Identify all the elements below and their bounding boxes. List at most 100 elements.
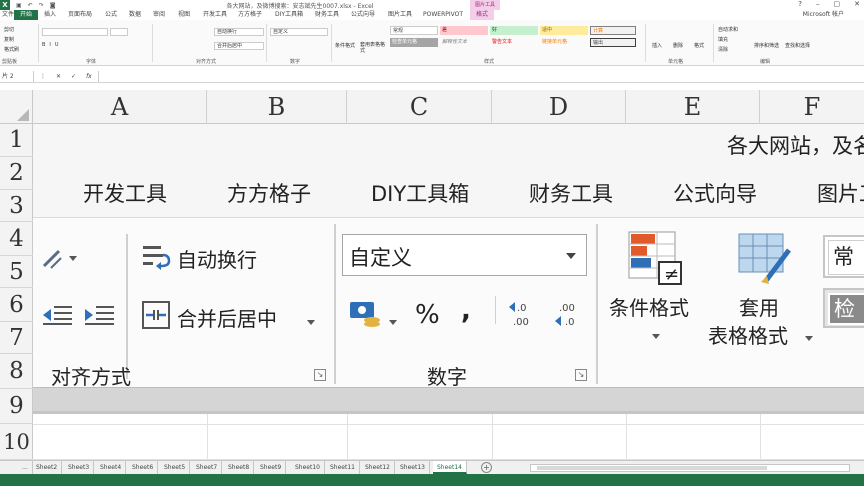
style-output[interactable]: 输出 bbox=[590, 38, 636, 47]
sheet-tab[interactable]: Sheet4 bbox=[96, 461, 127, 474]
row-header-7[interactable]: 7 bbox=[0, 322, 33, 354]
tab-diy-toolbox[interactable]: DIY工具箱 bbox=[275, 10, 303, 20]
row-header-4[interactable]: 4 bbox=[0, 222, 33, 256]
tab-page-layout[interactable]: 页面布局 bbox=[68, 10, 92, 20]
font-format-buttons[interactable]: BIU bbox=[42, 42, 63, 48]
help-icon[interactable]: ? bbox=[798, 0, 802, 8]
tab-insert[interactable]: 插入 bbox=[44, 10, 56, 20]
tab-format[interactable]: 格式 bbox=[470, 10, 495, 20]
sheet-tab[interactable]: Sheet11 bbox=[326, 461, 360, 474]
insert-cells-button[interactable]: 插入 bbox=[652, 42, 662, 49]
close-icon[interactable]: ✕ bbox=[854, 0, 860, 8]
number-format-select[interactable]: 自定义 bbox=[270, 28, 328, 36]
add-sheet-icon[interactable]: + bbox=[481, 462, 492, 473]
sheet-tab[interactable]: Sheet9 bbox=[256, 461, 287, 474]
copy-button[interactable]: 复制 bbox=[4, 36, 14, 43]
merge-center-button[interactable]: 合并后居中 bbox=[214, 42, 264, 50]
clear-button[interactable]: 清除 bbox=[718, 46, 728, 53]
sort-filter-button[interactable]: 排序和筛选 bbox=[754, 42, 779, 49]
tab-powerpivot[interactable]: POWERPIVOT bbox=[423, 10, 463, 20]
sheet-tab[interactable]: Sheet12 bbox=[361, 461, 395, 474]
style-bad[interactable]: 差 bbox=[440, 26, 488, 35]
sheet-tab[interactable]: Sheet13 bbox=[396, 461, 430, 474]
sheet-tab-active[interactable]: Sheet14 bbox=[433, 461, 467, 474]
tab-home[interactable]: 开始 bbox=[14, 10, 39, 20]
format-painter-button[interactable]: 格式刷 bbox=[4, 46, 19, 53]
save-icon[interactable]: ▣ bbox=[16, 2, 22, 9]
tab-data[interactable]: 数据 bbox=[129, 10, 141, 20]
picture-group-divider bbox=[334, 224, 336, 384]
tab-picture-tools[interactable]: 图片工具 bbox=[388, 10, 412, 20]
sheet-tab[interactable]: Sheet10 bbox=[291, 461, 325, 474]
sheet-tab[interactable]: Sheet2 bbox=[32, 461, 63, 474]
camera-icon[interactable]: ◙ bbox=[50, 2, 56, 9]
style-check-cell[interactable]: 检查单元格 bbox=[390, 38, 438, 47]
picture-alignment-label: 对齐方式 bbox=[51, 365, 131, 389]
column-header-c[interactable]: C bbox=[347, 90, 492, 124]
font-size-box[interactable] bbox=[110, 28, 128, 36]
minimize-icon[interactable]: – bbox=[816, 0, 820, 8]
tab-developer[interactable]: 开发工具 bbox=[203, 10, 227, 20]
row-header-2[interactable]: 2 bbox=[0, 157, 33, 190]
row-header-9[interactable]: 9 bbox=[0, 389, 33, 424]
row-header-6[interactable]: 6 bbox=[0, 288, 33, 322]
style-explanatory[interactable]: 解释性文本 bbox=[440, 38, 488, 47]
sheet-tab[interactable]: Sheet3 bbox=[64, 461, 95, 474]
style-normal[interactable]: 常规 bbox=[390, 26, 438, 35]
undo-icon[interactable]: ↶ bbox=[28, 2, 33, 9]
tab-finance[interactable]: 财务工具 bbox=[315, 10, 339, 20]
row-header-10[interactable]: 10 bbox=[0, 424, 33, 460]
ribbon-home: 剪切 复制 格式刷 剪贴板 BIU 字体 自动换行 合并后居中 对齐方式 自定义… bbox=[0, 20, 864, 66]
select-all-button[interactable] bbox=[0, 90, 33, 124]
embedded-picture[interactable]: 各大网站，及名 开发工具 方方格子 DIY工具箱 财务工具 公式向导 图片工 自… bbox=[33, 124, 864, 414]
maximize-icon[interactable]: ▢ bbox=[834, 0, 841, 8]
fill-button[interactable]: 填充 bbox=[718, 36, 728, 43]
horizontal-scrollbar[interactable] bbox=[530, 464, 850, 472]
tab-view[interactable]: 视图 bbox=[178, 10, 190, 20]
sheet-tab[interactable]: Sheet8 bbox=[224, 461, 255, 474]
tab-review[interactable]: 审阅 bbox=[153, 10, 165, 20]
insert-function-button[interactable]: fx bbox=[86, 71, 92, 82]
cancel-icon[interactable]: ✕ bbox=[56, 71, 61, 82]
style-warning[interactable]: 警告文本 bbox=[490, 38, 538, 47]
formula-input[interactable] bbox=[98, 71, 860, 82]
column-header-a[interactable]: A bbox=[33, 90, 207, 124]
tab-ffcell[interactable]: 方方格子 bbox=[238, 10, 262, 20]
column-header-b[interactable]: B bbox=[207, 90, 347, 124]
column-header-e[interactable]: E bbox=[626, 90, 760, 124]
delete-cells-button[interactable]: 删除 bbox=[673, 42, 683, 49]
enter-icon[interactable]: ✓ bbox=[71, 71, 76, 82]
name-box[interactable]: 片 2 bbox=[0, 71, 34, 82]
tab-formula-wizard[interactable]: 公式向导 bbox=[351, 10, 375, 20]
style-neutral[interactable]: 适中 bbox=[540, 26, 588, 35]
sheet-tab[interactable]: Sheet7 bbox=[192, 461, 223, 474]
row-header-3[interactable]: 3 bbox=[0, 190, 33, 222]
sheet-tab-more[interactable]: ... bbox=[18, 461, 33, 474]
row-header-1[interactable]: 1 bbox=[0, 124, 33, 157]
style-calculation[interactable]: 计算 bbox=[590, 26, 636, 35]
cut-button[interactable]: 剪切 bbox=[4, 26, 14, 33]
group-label-editing: 编辑 bbox=[760, 59, 771, 65]
sheet-tab[interactable]: Sheet6 bbox=[128, 461, 159, 474]
tab-file[interactable]: 文件 bbox=[2, 10, 14, 20]
account-label[interactable]: Microsoft 帐户 bbox=[803, 10, 844, 20]
column-header-f[interactable]: F bbox=[760, 90, 864, 124]
font-name-box[interactable] bbox=[42, 28, 108, 36]
style-good[interactable]: 好 bbox=[490, 26, 538, 35]
column-header-d[interactable]: D bbox=[492, 90, 626, 124]
find-select-button[interactable]: 查找和选择 bbox=[785, 42, 810, 49]
autosum-button[interactable]: 自动求和 bbox=[718, 26, 738, 33]
tab-formulas[interactable]: 公式 bbox=[105, 10, 117, 20]
wrap-text-button[interactable]: 自动换行 bbox=[214, 28, 264, 36]
format-as-table-button[interactable]: 套用表格格式 bbox=[360, 42, 386, 54]
window-controls: ? – ▢ ✕ bbox=[798, 0, 860, 8]
conditional-formatting-button[interactable]: 条件格式 bbox=[335, 42, 355, 49]
more-icon[interactable]: ⋮ bbox=[40, 71, 46, 82]
format-cells-button[interactable]: 格式 bbox=[694, 42, 704, 49]
sheet-tab[interactable]: Sheet5 bbox=[160, 461, 191, 474]
row-header-8[interactable]: 8 bbox=[0, 354, 33, 389]
row-header-5[interactable]: 5 bbox=[0, 256, 33, 288]
redo-icon[interactable]: ↷ bbox=[39, 2, 44, 9]
style-linked-cell[interactable]: 链接单元格 bbox=[540, 38, 588, 47]
scrollbar-thumb[interactable] bbox=[537, 466, 767, 470]
